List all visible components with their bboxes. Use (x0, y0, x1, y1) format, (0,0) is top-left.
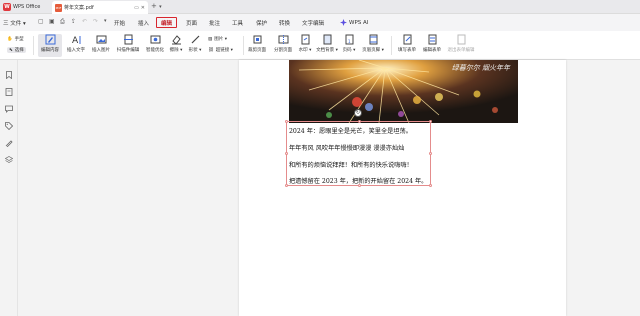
menu-text-edit[interactable]: 文字编辑 (302, 17, 324, 28)
open-folder-icon[interactable]: ▢ (38, 18, 44, 25)
document-background-button[interactable]: 文档背景 ▾ (316, 34, 338, 57)
ribbon-divider (391, 36, 392, 55)
screen-icon[interactable]: ▭ (134, 5, 139, 11)
exit-form-edit-button[interactable]: 退出表单编辑 (446, 34, 476, 57)
hand-icon: ✋ (7, 36, 13, 42)
wps-logo-icon: W (3, 3, 11, 11)
exit-form-icon (456, 34, 467, 45)
fireworks-image[interactable]: 绿暮尔尔 烟火年年 (289, 60, 518, 123)
background-icon (322, 34, 333, 45)
insert-image-button[interactable]: 插入图片 (90, 34, 112, 57)
close-tab-icon[interactable]: ✕ (141, 5, 145, 11)
split-page-button[interactable]: 分割页面 (272, 34, 294, 57)
text-line[interactable]: 年年有风 风吹年年慢慢即漫漫 漫漫亦灿灿 (289, 143, 404, 152)
menu-start[interactable]: 开始 (114, 17, 125, 28)
menu-tools[interactable]: 工具 (232, 17, 243, 28)
insert-text-button[interactable]: A 插入文字 (65, 34, 87, 57)
eraser-icon (171, 34, 182, 45)
menu-edit[interactable]: 编辑 (156, 17, 178, 28)
edit-form-icon (427, 34, 438, 45)
text-line[interactable]: 把遗憾留在 2023 年，把新的开始留在 2024 年。 (289, 176, 427, 185)
signature-icon[interactable] (5, 139, 13, 147)
hyperlink-dropdown[interactable]: ⛓ 超链接 ▾ (208, 47, 233, 54)
scan-edit-button[interactable]: 扫描件编辑 (115, 34, 141, 57)
crop-icon (252, 34, 263, 45)
left-sidebar (0, 60, 18, 316)
resize-handle[interactable] (285, 120, 288, 123)
fill-form-button[interactable]: 填写表单 (396, 34, 418, 57)
menu-convert[interactable]: 转换 (279, 17, 290, 28)
menu-bar: 三 文件 ▾ ▢ ▣ ⎙ ⇪ ↶ ↷ ▾ 开始 插入 编辑 页面 批注 工具 保… (0, 14, 640, 31)
comment-icon[interactable] (5, 105, 13, 113)
resize-handle[interactable] (285, 184, 288, 187)
thumbnail-icon[interactable] (5, 88, 13, 96)
menu-page[interactable]: 页面 (186, 17, 197, 28)
new-tab-button[interactable]: + ▾ (151, 2, 162, 10)
wps-home-tab[interactable]: W WPS Office (1, 1, 49, 13)
image-dropdown[interactable]: ▨ 图片 ▾ (208, 36, 227, 43)
ribbon-divider (33, 36, 34, 55)
resize-handle[interactable] (429, 120, 432, 123)
edit-form-button[interactable]: 编辑表单 (421, 34, 443, 57)
undo-icon[interactable]: ↶ (82, 18, 87, 25)
page-number-button[interactable]: 1 页码 ▾ (341, 34, 357, 57)
wps-ai-icon (340, 19, 347, 26)
quick-access-dropdown-icon[interactable]: ▾ (104, 18, 107, 24)
select-tool[interactable]: ⬉ 选择 (7, 47, 26, 53)
resize-handle[interactable] (358, 120, 361, 123)
tag-icon[interactable] (5, 122, 13, 130)
cursor-icon: ⬉ (9, 47, 13, 53)
watermark-button[interactable]: 水印 ▾ (297, 34, 313, 57)
ribbon-divider (243, 36, 244, 55)
svg-text:1: 1 (348, 39, 351, 44)
optimize-icon (150, 34, 161, 45)
hand-tool[interactable]: ✋ 手型 (7, 36, 24, 43)
resize-handle[interactable] (429, 152, 432, 155)
edit-content-icon (45, 34, 56, 45)
text-line[interactable]: 和所有的烦恼说拜拜！和所有的快乐说嗨嗨！ (289, 160, 413, 169)
menu-insert[interactable]: 插入 (138, 17, 149, 28)
text-line[interactable]: 2024 年：愿眼里全是光芒，笑里全是坦荡。 (289, 126, 412, 135)
header-footer-button[interactable]: 页眉页脚 ▾ (361, 34, 385, 57)
document-tab-title: 蒋年文案.pdf (64, 5, 94, 11)
menu-protect[interactable]: 保护 (256, 17, 267, 28)
shape-button[interactable]: 形状 ▾ (187, 34, 203, 57)
title-bar: W WPS Office PDF 蒋年文案.pdf ▭ ✕ + ▾ (0, 0, 640, 14)
form-icon (402, 34, 413, 45)
crop-page-button[interactable]: 裁剪页面 (246, 34, 268, 57)
resize-handle[interactable] (285, 152, 288, 155)
page-number-icon: 1 (344, 34, 355, 45)
export-icon[interactable]: ⇪ (71, 18, 76, 25)
edit-content-button[interactable]: 编辑内容 (38, 34, 62, 57)
split-icon (278, 34, 289, 45)
app-name: WPS Office (13, 4, 41, 10)
menu-comment[interactable]: 批注 (209, 17, 220, 28)
ribbon-toolbar: ✋ 手型 ⬉ 选择 编辑内容 A 插入文字 插入图片 扫描件编辑 智能优化 擦除 ▾… (0, 31, 640, 60)
shape-icon (190, 34, 201, 45)
svg-text:A: A (72, 36, 79, 45)
link-icon: ⛓ (208, 47, 214, 53)
file-menu[interactable]: 三 文件 ▾ (3, 17, 26, 28)
save-icon[interactable]: ▣ (49, 18, 55, 25)
text-icon: A (71, 34, 82, 45)
wps-ai-button[interactable]: WPS AI (340, 17, 368, 28)
print-icon[interactable]: ⎙ (60, 18, 65, 26)
watermark-icon (300, 34, 311, 45)
pdf-icon: PDF (55, 3, 62, 12)
layers-icon[interactable] (5, 156, 13, 164)
image-caption: 绿暮尔尔 烟火年年 (451, 64, 510, 72)
scan-icon (123, 34, 134, 45)
header-footer-icon (368, 34, 379, 45)
redo-icon[interactable]: ↷ (93, 18, 98, 25)
resize-handle[interactable] (429, 184, 432, 187)
erase-button[interactable]: 擦除 ▾ (168, 34, 184, 57)
rotate-handle-icon[interactable]: ↻ (354, 109, 362, 117)
bookmark-icon[interactable] (5, 71, 13, 79)
image-icon (96, 34, 107, 45)
pdf-page: 绿暮尔尔 烟火年年 ↻ 2024 年：愿眼里全是光芒，笑里全是坦荡。 年年有风 … (239, 60, 566, 316)
smart-optimize-button[interactable]: 智能优化 (144, 34, 166, 57)
document-tab[interactable]: PDF 蒋年文案.pdf ▭ ✕ (52, 1, 148, 14)
image-small-icon: ▨ (208, 36, 213, 42)
